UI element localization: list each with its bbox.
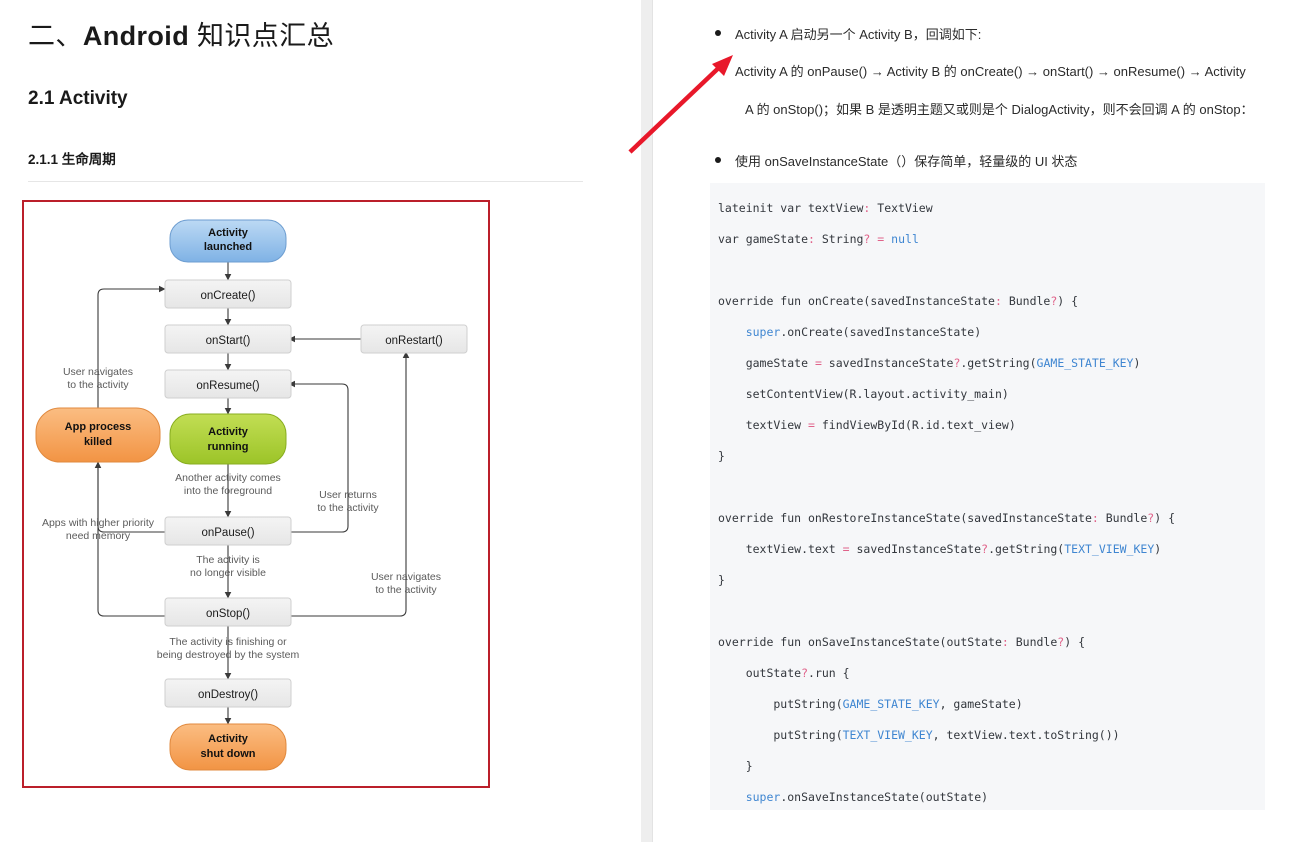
edge-label-no-longer-l2: no longer visible xyxy=(190,567,266,579)
code-line: putString(TEXT_VIEW_KEY, textView.text.t… xyxy=(718,728,1120,742)
edge-label-user-nav-left-l2: to the activity xyxy=(67,379,129,391)
node-activity-running: Activity running xyxy=(169,413,287,465)
node-app-process-killed: App process killed xyxy=(35,407,161,463)
horizontal-divider xyxy=(28,181,583,182)
edge-label-no-longer-l1: The activity is xyxy=(196,554,260,566)
svg-text:onStart(): onStart() xyxy=(206,335,251,347)
note-bullet-1-detail-line1: Activity A 的 onPause() → Activity B 的 on… xyxy=(735,64,1246,79)
code-line: } xyxy=(718,759,753,773)
svg-text:onResume(): onResume() xyxy=(196,380,259,392)
code-line: outState?.run { xyxy=(718,666,850,680)
code-line: textView = findViewById(R.id.text_view) xyxy=(718,418,1016,432)
code-line: override fun onCreate(savedInstanceState… xyxy=(718,294,1079,308)
svg-text:Activity: Activity xyxy=(208,426,249,438)
edge-label-user-nav-right-l2: to the activity xyxy=(375,584,437,596)
node-onstop: onStop() xyxy=(164,597,292,627)
svg-text:launched: launched xyxy=(204,241,252,253)
page-title-prefix: 二、 xyxy=(28,21,83,51)
edge-label-user-returns-l1: User returns xyxy=(319,489,377,501)
svg-text:App process: App process xyxy=(65,421,132,433)
svg-text:onPause(): onPause() xyxy=(201,527,254,539)
code-line: var gameState: String? = null xyxy=(718,232,919,246)
svg-text:onDestroy(): onDestroy() xyxy=(198,689,258,701)
left-document-pane[interactable]: 二、Android 知识点汇总 2.1 Activity 2.1.1 生命周期 xyxy=(0,0,641,842)
svg-text:Activity: Activity xyxy=(208,227,249,239)
edge-label-finishing-l1: The activity is finishing or xyxy=(169,636,287,648)
code-line: textView.text = savedInstanceState?.getS… xyxy=(718,542,1162,556)
svg-text:onRestart(): onRestart() xyxy=(385,335,443,347)
edge-label-apps-higher-l1: Apps with higher priority xyxy=(42,517,155,529)
edge-label-another-activity-l2: into the foreground xyxy=(184,485,272,497)
page-title: 二、Android 知识点汇总 xyxy=(28,14,334,53)
page-root: 二、Android 知识点汇总 2.1 Activity 2.1.1 生命周期 xyxy=(0,0,1306,842)
node-onresume: onResume() xyxy=(164,369,292,399)
edge-label-user-nav-left-l1: User navigates xyxy=(63,366,133,378)
svg-text:Activity: Activity xyxy=(208,733,249,745)
code-line: override fun onRestoreInstanceState(save… xyxy=(718,511,1175,525)
code-line: super.onSaveInstanceState(outState) xyxy=(745,790,989,804)
pane-gutter xyxy=(641,0,652,842)
node-oncreate: onCreate() xyxy=(164,279,292,309)
node-onrestart: onRestart() xyxy=(360,324,468,354)
node-activity-launched: Activity launched xyxy=(169,219,287,263)
edge-label-another-activity-l1: Another activity comes xyxy=(175,472,281,484)
node-onpause: onPause() xyxy=(164,516,292,546)
code-line: setContentView(R.layout.activity_main) xyxy=(718,387,1009,401)
page-title-suffix: 知识点汇总 xyxy=(189,21,334,51)
bullet-dot-icon xyxy=(715,30,721,36)
svg-text:onStop(): onStop() xyxy=(206,608,250,620)
note-bullet-1-detail-line2: A 的 onStop()；如果 B 是透明主题又或则是个 DialogActiv… xyxy=(745,102,1254,117)
code-line: putString(GAME_STATE_KEY, gameState) xyxy=(718,697,1023,711)
code-line: super.onCreate(savedInstanceState) xyxy=(745,325,982,339)
edge-label-finishing-l2: being destroyed by the system xyxy=(157,649,300,661)
svg-text:onCreate(): onCreate() xyxy=(201,290,256,302)
edge-label-apps-higher-l2: need memory xyxy=(66,530,131,542)
node-ondestroy: onDestroy() xyxy=(164,678,292,708)
edge-label-user-nav-right-l1: User navigates xyxy=(371,571,441,583)
code-line: } xyxy=(718,449,725,463)
svg-text:shut down: shut down xyxy=(201,748,256,760)
activity-lifecycle-diagram: Activity launched onCreate() onStart() o… xyxy=(22,200,490,788)
page-title-bold: Android xyxy=(82,21,190,51)
edge-label-user-returns-l2: to the activity xyxy=(317,502,379,514)
svg-text:killed: killed xyxy=(84,436,112,448)
code-line: override fun onSaveInstanceState(outStat… xyxy=(718,635,1085,649)
code-line: lateinit var textView: TextView xyxy=(718,201,933,215)
section-heading-2-1: 2.1 Activity xyxy=(28,88,128,109)
lifecycle-svg: Activity launched onCreate() onStart() o… xyxy=(35,219,468,771)
note-bullet-1: Activity A 启动另一个 Activity B，回调如下: xyxy=(735,27,982,42)
section-heading-2-1-1: 2.1.1 生命周期 xyxy=(28,152,116,167)
code-line: gameState = savedInstanceState?.getStrin… xyxy=(718,356,1141,370)
svg-text:running: running xyxy=(208,441,249,453)
bullet-dot-icon xyxy=(715,157,721,163)
kotlin-code-block[interactable]: lateinit var textView: TextView var gameS… xyxy=(710,183,1265,810)
node-activity-shut-down: Activity shut down xyxy=(169,723,287,771)
code-line: } xyxy=(718,573,725,587)
note-bullet-2: 使用 onSaveInstanceState（）保存简单，轻量级的 UI 状态 xyxy=(735,154,1078,169)
node-onstart: onStart() xyxy=(164,324,292,354)
